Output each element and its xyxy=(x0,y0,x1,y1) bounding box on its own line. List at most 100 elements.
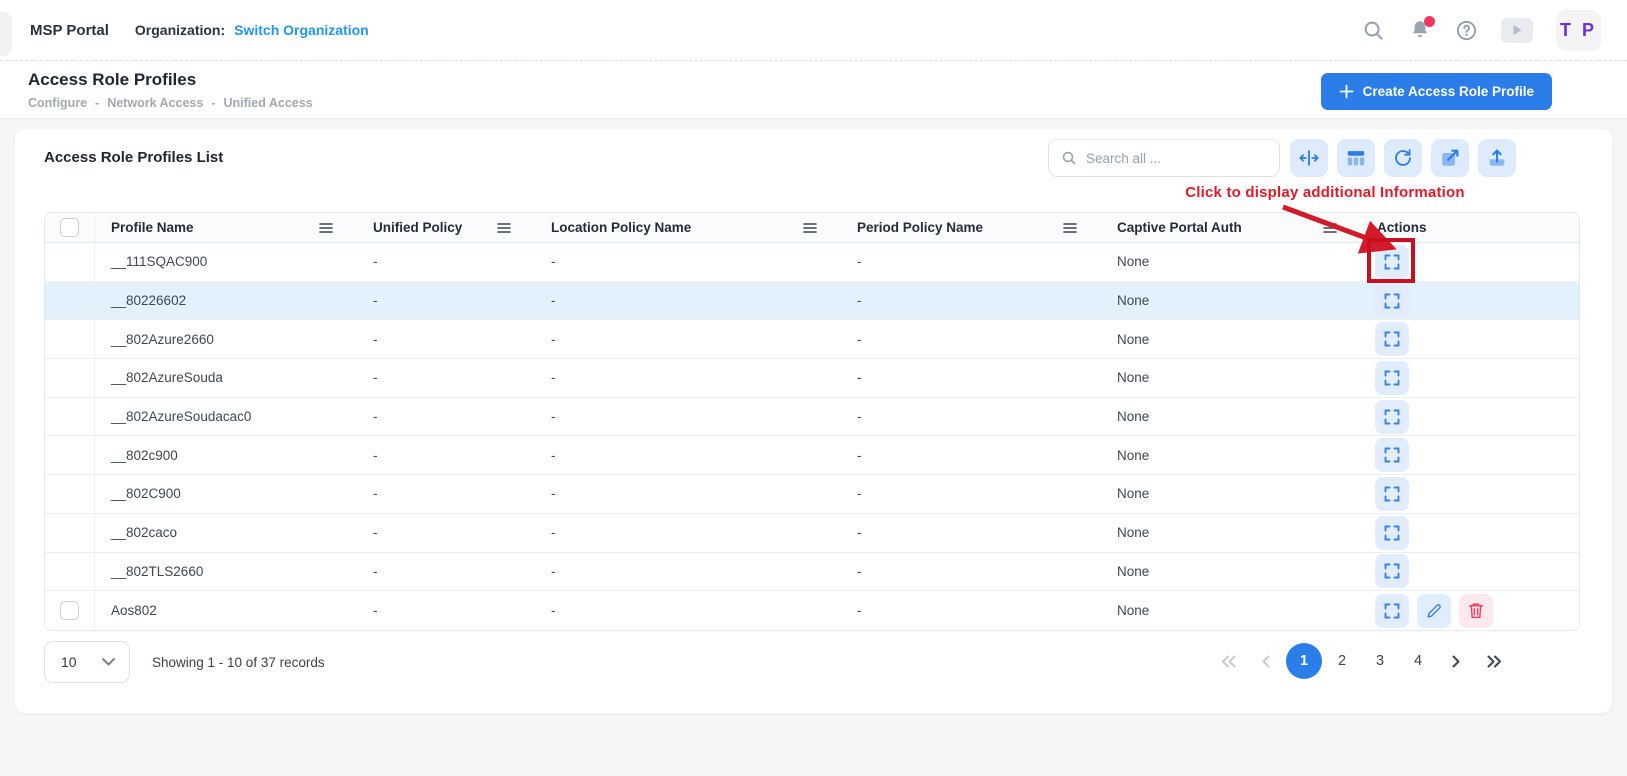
next-page-button[interactable] xyxy=(1438,643,1474,679)
cell-period-policy: - xyxy=(841,525,1101,540)
cell-profile-name: __80226602 xyxy=(95,293,357,308)
breadcrumb-separator: - xyxy=(211,96,215,110)
plus-icon xyxy=(1339,84,1354,99)
column-menu-icon[interactable] xyxy=(319,222,333,234)
table-search[interactable] xyxy=(1048,139,1280,177)
column-actions: Actions xyxy=(1377,220,1427,235)
last-page-button[interactable] xyxy=(1476,643,1512,679)
cell-profile-name: __802AzureSouda xyxy=(95,370,357,385)
expand-row-button[interactable] xyxy=(1375,516,1409,550)
cell-location-policy: - xyxy=(535,332,841,347)
expand-row-button[interactable] xyxy=(1375,361,1409,395)
cell-captive-portal: None xyxy=(1101,603,1361,618)
breadcrumb-item-network-access[interactable]: Network Access xyxy=(107,96,203,110)
card-title: Access Role Profiles List xyxy=(44,149,223,166)
column-menu-icon[interactable] xyxy=(1063,222,1077,234)
organization-switcher: Organization: Switch Organization xyxy=(135,22,369,38)
column-menu-icon[interactable] xyxy=(1323,222,1337,234)
video-tutorial-icon[interactable] xyxy=(1501,18,1533,43)
search-icon xyxy=(1061,150,1077,166)
breadcrumb-item-configure[interactable]: Configure xyxy=(28,96,87,110)
previous-page-button[interactable] xyxy=(1248,643,1284,679)
open-external-button[interactable] xyxy=(1431,139,1469,177)
cell-unified-policy: - xyxy=(357,293,535,308)
page-size-select[interactable]: 10 xyxy=(44,641,130,683)
columns-button[interactable] xyxy=(1337,139,1375,177)
expand-row-button[interactable] xyxy=(1375,594,1409,628)
edit-row-button[interactable] xyxy=(1417,594,1451,628)
page-button-2[interactable]: 2 xyxy=(1324,643,1360,679)
export-button[interactable] xyxy=(1478,139,1516,177)
cell-unified-policy: - xyxy=(357,564,535,579)
cell-location-policy: - xyxy=(535,293,841,308)
column-unified-policy: Unified Policy xyxy=(373,220,462,235)
pagination: 1 2 3 4 xyxy=(1210,643,1512,679)
select-all-checkbox[interactable] xyxy=(60,218,79,237)
cell-period-policy: - xyxy=(841,564,1101,579)
cell-profile-name: __111SQAC900 xyxy=(95,254,357,269)
refresh-button[interactable] xyxy=(1384,139,1422,177)
cell-captive-portal: None xyxy=(1101,564,1361,579)
cell-profile-name: Aos802 xyxy=(95,603,357,618)
cell-profile-name: __802TLS2660 xyxy=(95,564,357,579)
page-title: Access Role Profiles xyxy=(28,70,196,90)
sidebar-edge xyxy=(0,12,12,56)
expand-row-button[interactable] xyxy=(1375,400,1409,434)
notifications-icon[interactable] xyxy=(1408,18,1432,42)
help-icon[interactable] xyxy=(1455,19,1478,42)
cell-captive-portal: None xyxy=(1101,486,1361,501)
annotation-label: Click to display additional Information xyxy=(1120,184,1530,201)
expand-row-button[interactable] xyxy=(1375,477,1409,511)
cell-captive-portal: None xyxy=(1101,370,1361,385)
cell-period-policy: - xyxy=(841,448,1101,463)
page-header: Access Role Profiles Configure - Network… xyxy=(0,61,1627,118)
cell-captive-portal: None xyxy=(1101,254,1361,269)
cell-profile-name: __802caco xyxy=(95,525,357,540)
column-captive-portal: Captive Portal Auth xyxy=(1117,220,1242,235)
switch-organization-link[interactable]: Switch Organization xyxy=(234,22,369,38)
cell-captive-portal: None xyxy=(1101,409,1361,424)
expand-row-button[interactable] xyxy=(1375,322,1409,356)
table-row: __802AzureSouda - - - None xyxy=(45,359,1579,398)
column-period-policy: Period Policy Name xyxy=(857,220,983,235)
page-button-4[interactable]: 4 xyxy=(1400,643,1436,679)
chevron-down-icon xyxy=(102,658,115,666)
table-header-row: Profile Name Unified Policy Location Pol… xyxy=(45,213,1579,243)
cell-period-policy: - xyxy=(841,254,1101,269)
access-role-profiles-table: Profile Name Unified Policy Location Pol… xyxy=(44,212,1580,631)
cell-profile-name: __802AzureSoudacac0 xyxy=(95,409,357,424)
table-row: Aos802 - - - None xyxy=(45,591,1579,630)
cell-captive-portal: None xyxy=(1101,525,1361,540)
delete-row-button[interactable] xyxy=(1459,594,1493,628)
cell-unified-policy: - xyxy=(357,525,535,540)
avatar[interactable]: T P xyxy=(1556,10,1601,51)
table-toolbar xyxy=(1290,139,1516,177)
table-row: __802Azure2660 - - - None xyxy=(45,320,1579,359)
records-summary: Showing 1 - 10 of 37 records xyxy=(152,655,325,670)
expand-row-button[interactable] xyxy=(1375,284,1409,318)
row-checkbox[interactable] xyxy=(60,601,79,620)
first-page-button[interactable] xyxy=(1210,643,1246,679)
search-icon[interactable] xyxy=(1362,19,1385,42)
table-row: __802AzureSoudacac0 - - - None xyxy=(45,398,1579,437)
expand-row-button[interactable] xyxy=(1375,554,1409,588)
cell-profile-name: __802c900 xyxy=(95,448,357,463)
cell-period-policy: - xyxy=(841,370,1101,385)
page-button-1[interactable]: 1 xyxy=(1286,643,1322,679)
cell-period-policy: - xyxy=(841,293,1101,308)
page-button-3[interactable]: 3 xyxy=(1362,643,1398,679)
cell-unified-policy: - xyxy=(357,409,535,424)
table-row: __802C900 - - - None xyxy=(45,475,1579,514)
column-menu-icon[interactable] xyxy=(803,222,817,234)
expand-row-button[interactable] xyxy=(1375,245,1409,279)
fit-columns-button[interactable] xyxy=(1290,139,1328,177)
access-role-profiles-card: Access Role Profiles List xyxy=(15,129,1612,713)
breadcrumb-separator: - xyxy=(95,96,99,110)
search-input[interactable] xyxy=(1086,151,1267,166)
cell-location-policy: - xyxy=(535,370,841,385)
expand-row-button[interactable] xyxy=(1375,438,1409,472)
cell-location-policy: - xyxy=(535,486,841,501)
column-menu-icon[interactable] xyxy=(497,222,511,234)
breadcrumb-item-unified-access[interactable]: Unified Access xyxy=(224,96,313,110)
create-access-role-profile-button[interactable]: Create Access Role Profile xyxy=(1321,73,1552,110)
